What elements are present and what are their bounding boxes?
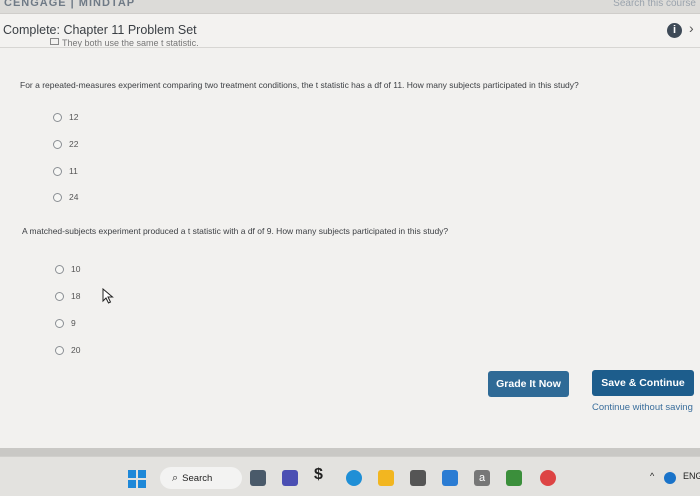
- radio-button[interactable]: [53, 192, 62, 202]
- option-label: 20: [71, 345, 81, 355]
- course-search[interactable]: Search this course: [613, 0, 696, 9]
- radio-button[interactable]: [53, 139, 62, 149]
- course-search-text: Search this course: [613, 0, 696, 9]
- continue-without-saving-link[interactable]: Continue without saving: [592, 402, 693, 413]
- option-label: 11: [69, 166, 78, 176]
- bluetooth-icon[interactable]: [664, 472, 676, 484]
- taskbar: ⌕ Search $ a ^ ENG: [0, 456, 700, 496]
- chrome-icon[interactable]: [540, 470, 556, 486]
- option-label: 18: [71, 291, 81, 301]
- question-2-option[interactable]: 18: [55, 290, 80, 302]
- info-icon[interactable]: i: [667, 23, 682, 38]
- radio-button[interactable]: [55, 264, 64, 274]
- previous-option-partial: They both use the same t statistic.: [50, 38, 199, 47]
- question-2-option[interactable]: 10: [55, 263, 80, 275]
- tray-chevron-up-icon[interactable]: ^: [650, 471, 654, 481]
- option-label: 9: [71, 318, 76, 328]
- checkbox-icon: [50, 38, 59, 45]
- option-label: 22: [69, 139, 79, 149]
- option-label: 12: [69, 112, 79, 122]
- save-and-continue-button[interactable]: Save & Continue: [592, 370, 694, 396]
- question-1-option[interactable]: 11: [53, 165, 78, 177]
- option-label: 24: [69, 192, 79, 202]
- page-title: Complete: Chapter 11 Problem Set: [3, 23, 197, 37]
- taskbar-search-label: Search: [182, 472, 213, 484]
- chevron-right-icon[interactable]: ›: [689, 20, 694, 36]
- task-view-icon[interactable]: [250, 470, 266, 486]
- radio-button[interactable]: [53, 112, 62, 122]
- question-2-option[interactable]: 20: [55, 344, 80, 356]
- windows-start-icon[interactable]: [128, 470, 146, 488]
- teams-icon[interactable]: [282, 470, 298, 486]
- taskbar-search[interactable]: ⌕ Search: [160, 467, 242, 489]
- radio-button[interactable]: [55, 345, 64, 355]
- grade-it-now-button[interactable]: Grade It Now: [488, 371, 569, 397]
- question-1-option[interactable]: 22: [53, 138, 78, 150]
- browser-top-strip: CENGAGE | MINDTAP Search this course: [0, 0, 700, 14]
- language-indicator[interactable]: ENG: [683, 471, 700, 481]
- dollar-app-icon[interactable]: $: [314, 466, 330, 483]
- question-2-option[interactable]: 9: [55, 317, 76, 329]
- brand-text: CENGAGE | MINDTAP: [4, 0, 136, 9]
- brand-logo: CENGAGE | MINDTAP: [4, 0, 135, 9]
- search-icon: ⌕: [172, 471, 179, 484]
- radio-button[interactable]: [55, 291, 64, 301]
- question-1-option[interactable]: 24: [53, 191, 78, 203]
- edge-icon[interactable]: [346, 470, 362, 486]
- radio-button[interactable]: [53, 166, 62, 176]
- amazon-icon[interactable]: a: [474, 470, 490, 486]
- file-explorer-icon[interactable]: [378, 470, 394, 486]
- mouse-cursor-icon: [102, 288, 114, 304]
- mail-icon[interactable]: [442, 470, 458, 486]
- question-2-text: A matched-subjects experiment produced a…: [22, 226, 449, 236]
- radio-button[interactable]: [55, 318, 64, 328]
- calculator-icon[interactable]: [410, 470, 426, 486]
- question-1-text: For a repeated-measures experiment compa…: [20, 80, 579, 90]
- app-icon[interactable]: [506, 470, 522, 486]
- previous-option-text: They both use the same t statistic.: [62, 38, 199, 47]
- option-label: 10: [71, 264, 81, 274]
- question-1-option[interactable]: 12: [53, 111, 78, 123]
